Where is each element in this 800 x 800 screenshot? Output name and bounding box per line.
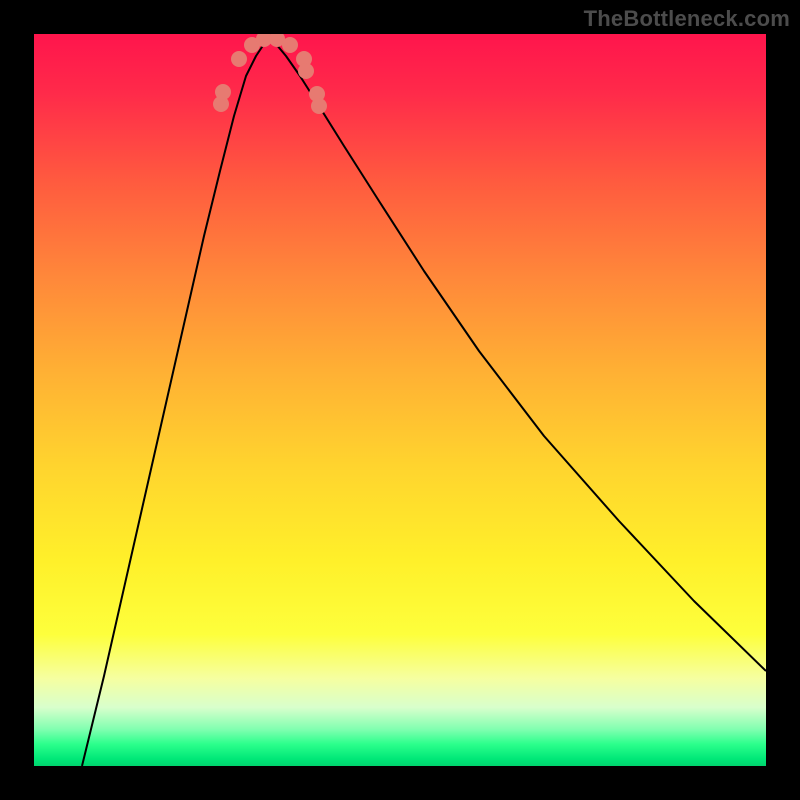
curve-marker — [282, 37, 298, 53]
curve-marker — [298, 63, 314, 79]
chart-overlay — [34, 34, 766, 766]
curve-marker — [215, 84, 231, 100]
chart-frame: TheBottleneck.com — [0, 0, 800, 800]
watermark-text: TheBottleneck.com — [584, 6, 790, 32]
curve-marker — [311, 98, 327, 114]
plot-area — [34, 34, 766, 766]
marker-group — [213, 34, 327, 114]
bottleneck-curve — [82, 40, 766, 766]
curve-marker — [231, 51, 247, 67]
